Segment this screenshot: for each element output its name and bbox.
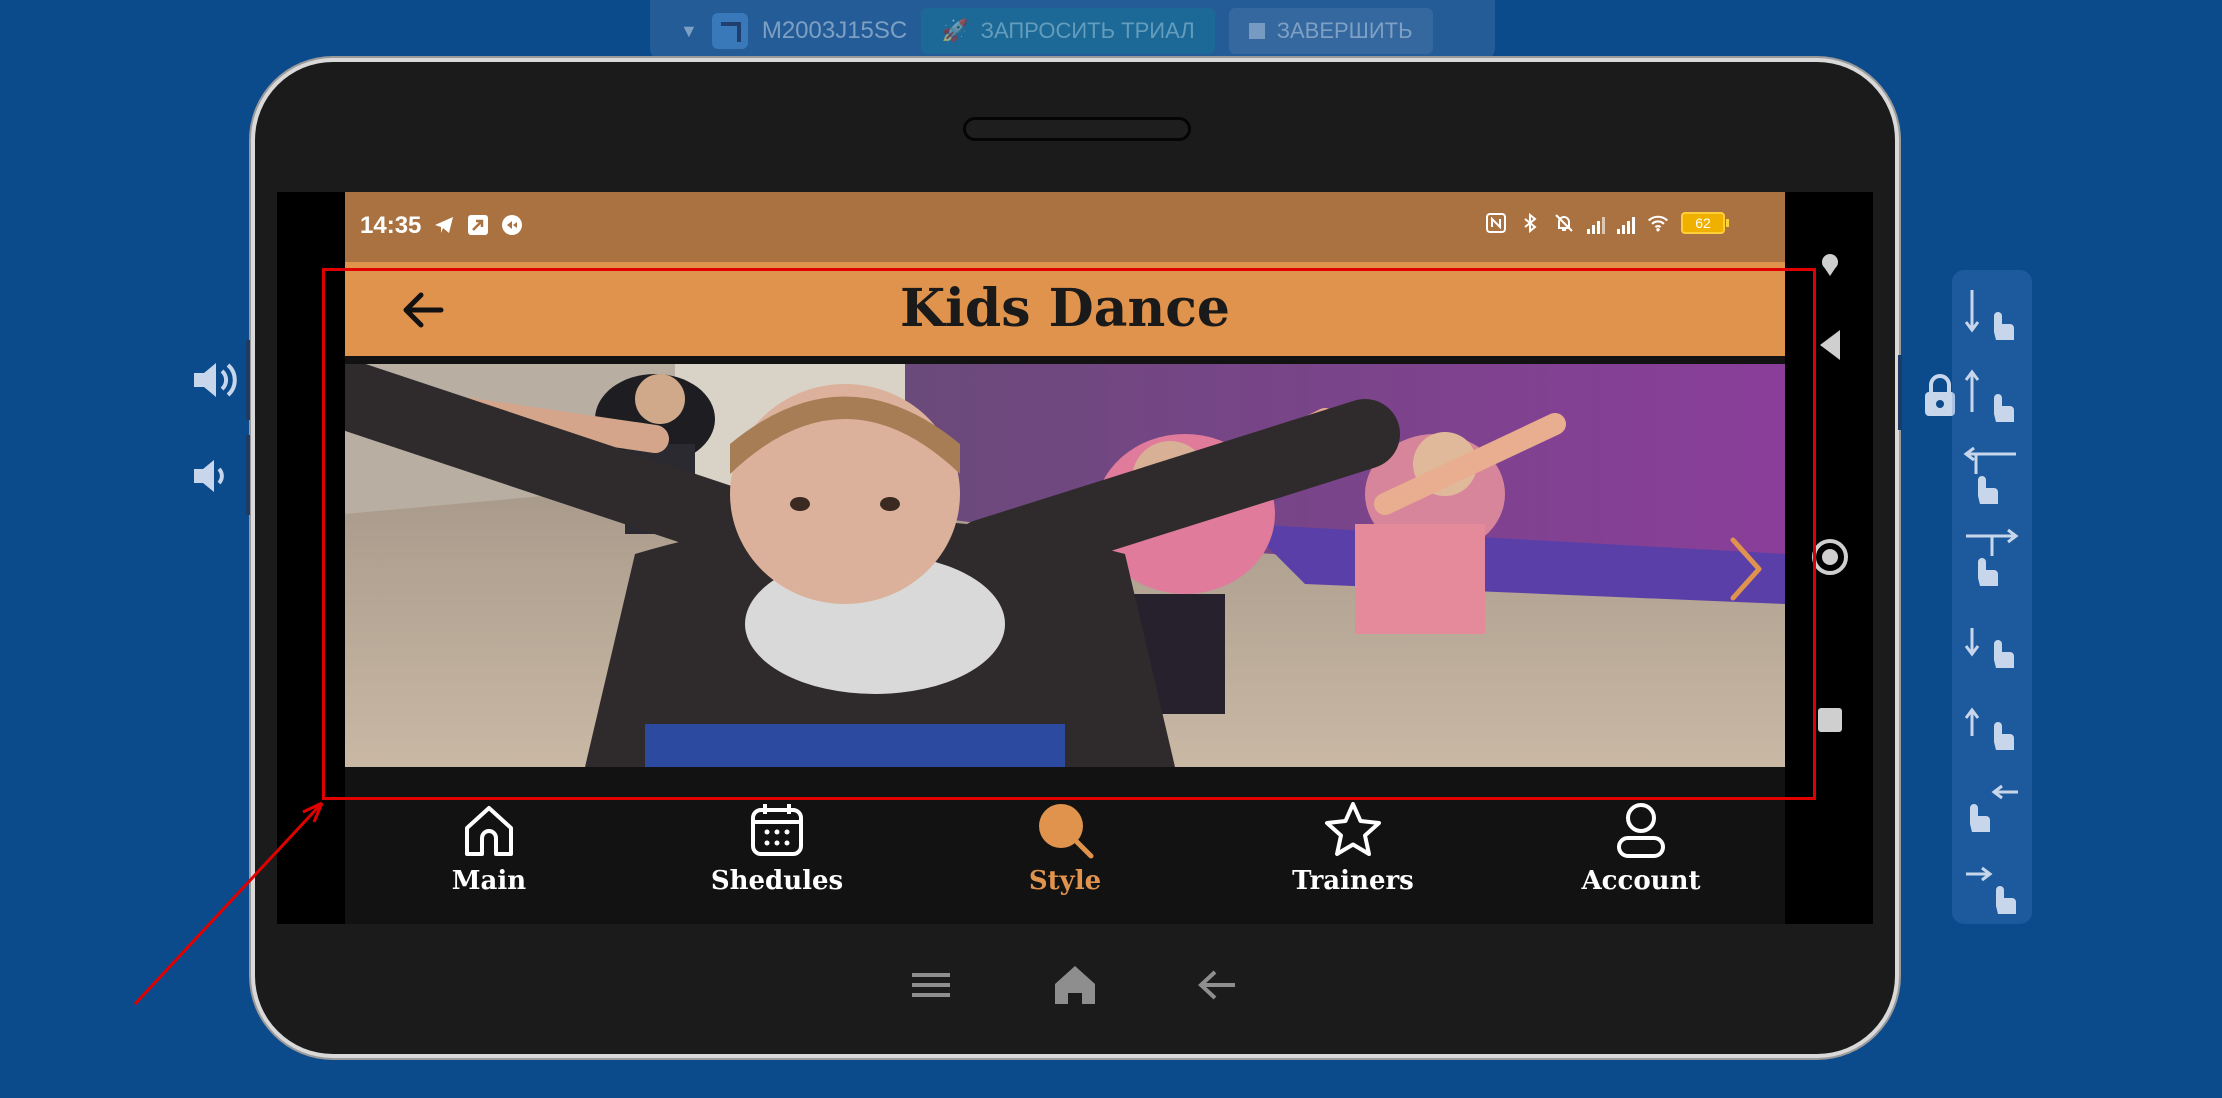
nav-item-style[interactable]: Style — [921, 792, 1209, 924]
nav-item-shedules[interactable]: Shedules — [633, 792, 921, 924]
calendar-icon — [751, 804, 803, 856]
back-arrow-icon[interactable] — [1198, 970, 1235, 1000]
volume-up-rail — [246, 340, 250, 420]
swipe-up-long-icon[interactable] — [1964, 369, 2014, 422]
wifi-icon — [1647, 212, 1669, 234]
nav-label-main: Main — [451, 866, 527, 896]
home-icon — [465, 806, 513, 856]
swipe-right-long-icon[interactable] — [1966, 528, 2019, 586]
battery-indicator: 62 — [1681, 212, 1729, 234]
signal-icon-2 — [1617, 212, 1635, 234]
signal-icon — [1587, 212, 1605, 234]
device-speaker — [963, 117, 1191, 141]
swipe-down-long-icon[interactable] — [1964, 290, 2014, 340]
status-time: 14:35 — [360, 212, 422, 239]
back-triangle-icon[interactable] — [1820, 330, 1840, 360]
recents-square-icon[interactable] — [1818, 708, 1842, 732]
highlight-box — [322, 268, 1816, 800]
sync-icon — [501, 214, 523, 236]
swipe-right-short-icon[interactable] — [1966, 866, 2016, 914]
menu-icon[interactable] — [912, 973, 950, 997]
hardware-nav-buttons — [910, 960, 1240, 1010]
device-icon — [711, 13, 748, 49]
gesture-panel — [1952, 270, 2032, 924]
person-icon — [1617, 803, 1665, 858]
star-icon — [1325, 802, 1381, 856]
finish-button[interactable]: ЗАВЕРШИТЬ — [1228, 8, 1433, 54]
bluetooth-icon — [1519, 212, 1541, 234]
telegram-icon — [433, 214, 455, 236]
nfc-icon — [1485, 212, 1507, 234]
nav-label-style: Style — [1028, 866, 1102, 896]
emulator-toolbar: ▼ M2003J15SC 🚀 ЗАПРОСИТЬ ТРИАЛ ЗАВЕРШИТЬ — [650, 0, 1495, 62]
request-trial-button[interactable]: 🚀 ЗАПРОСИТЬ ТРИАЛ — [921, 8, 1215, 54]
swipe-left-long-icon[interactable] — [1963, 446, 2016, 504]
status-bar: 14:35 62 — [345, 192, 1785, 262]
bottom-navigation: Main Shedules Style Trainers Account — [345, 792, 1785, 924]
volume-down-icon[interactable] — [190, 452, 230, 500]
nav-item-main[interactable]: Main — [345, 792, 633, 924]
swipe-down-short-icon[interactable] — [1964, 628, 2014, 668]
nav-item-account[interactable]: Account — [1497, 792, 1785, 924]
mute-bell-icon — [1553, 212, 1575, 234]
volume-up-icon[interactable] — [190, 355, 240, 405]
home-circle-icon[interactable] — [1812, 539, 1848, 575]
nav-item-trainers[interactable]: Trainers — [1209, 792, 1497, 924]
nav-label-trainers: Trainers — [1292, 866, 1414, 896]
app-notification-icon — [467, 214, 489, 236]
device-dropdown-icon[interactable]: ▼ — [680, 21, 698, 42]
device-name[interactable]: M2003J15SC — [762, 17, 907, 45]
rocket-icon: 🚀 — [941, 18, 969, 43]
swipe-left-short-icon[interactable] — [1970, 784, 2018, 832]
volume-down-rail — [246, 435, 250, 515]
swipe-up-short-icon[interactable] — [1964, 707, 2014, 750]
nav-label-account: Account — [1581, 866, 1701, 896]
power-rail — [1898, 355, 1902, 430]
search-icon — [1039, 804, 1094, 859]
home-icon[interactable] — [1055, 966, 1095, 1004]
assistant-icon[interactable] — [1822, 254, 1838, 276]
finish-label: ЗАВЕРШИТЬ — [1276, 18, 1413, 43]
request-trial-label: ЗАПРОСИТЬ ТРИАЛ — [980, 18, 1195, 43]
stop-icon — [1248, 23, 1265, 39]
nav-label-shedules: Shedules — [710, 866, 844, 896]
